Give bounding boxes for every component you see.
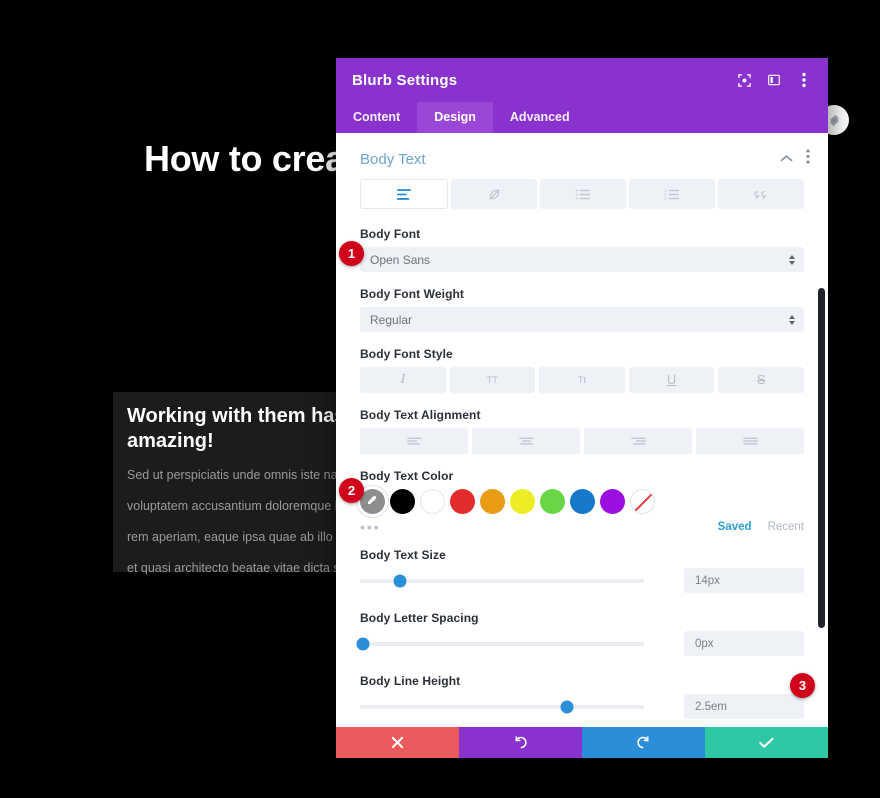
- color-picker-meta: ••• Saved Recent: [336, 514, 828, 536]
- underline-glyph: U: [667, 373, 677, 387]
- body-font-label: Body Font: [360, 227, 421, 241]
- body-line-height-value[interactable]: 2.5em: [684, 694, 804, 719]
- body-text-alignment-field: Body Text Alignment: [336, 408, 828, 454]
- body-line-height-slider[interactable]: [360, 697, 644, 717]
- modal-footer: [336, 727, 828, 758]
- chevron-updown-icon: [789, 254, 795, 265]
- unordered-list-icon[interactable]: [540, 179, 626, 209]
- blue-swatch[interactable]: [570, 489, 595, 514]
- red-swatch[interactable]: [450, 489, 475, 514]
- italic-glyph: I: [400, 372, 406, 387]
- section-kebab-menu-icon[interactable]: [806, 149, 810, 169]
- body-text-color-label: Body Text Color: [360, 469, 454, 483]
- body-font-style-label: Body Font Style: [360, 347, 453, 361]
- body-font-weight-value: Regular: [370, 312, 413, 327]
- tab-design[interactable]: Design: [417, 102, 493, 133]
- modal-header-actions: [736, 72, 812, 88]
- uppercase-button[interactable]: TT: [449, 367, 536, 393]
- layout-panel-icon[interactable]: [766, 72, 782, 88]
- align-justify-icon[interactable]: [696, 428, 804, 454]
- save-button[interactable]: [705, 727, 828, 758]
- capitalize-glyph: Tt: [577, 375, 586, 385]
- recent-colors-tab[interactable]: Recent: [768, 521, 804, 533]
- capitalize-button[interactable]: Tt: [539, 367, 625, 393]
- underline-button[interactable]: U: [628, 367, 715, 393]
- body-text-size-value[interactable]: 14px: [684, 568, 804, 593]
- white-swatch[interactable]: [420, 489, 445, 514]
- more-colors-button[interactable]: •••: [360, 519, 520, 535]
- body-letter-spacing-control: 0px: [336, 631, 828, 656]
- uppercase-glyph: TT: [486, 375, 498, 385]
- modal-header: Blurb Settings: [336, 58, 828, 102]
- body-letter-spacing-slider[interactable]: [356, 634, 644, 654]
- font-style-button-group: I TT Tt U S: [360, 367, 804, 393]
- body-font-weight-field: Body Font Weight Regular: [336, 287, 828, 332]
- modal-tabs: Content Design Advanced: [336, 102, 828, 133]
- target-focus-icon[interactable]: [736, 72, 752, 88]
- green-swatch[interactable]: [540, 489, 565, 514]
- body-text-alignment-label: Body Text Alignment: [360, 408, 481, 422]
- align-left-icon[interactable]: [360, 428, 468, 454]
- orange-swatch[interactable]: [480, 489, 505, 514]
- section-title: Body Text: [360, 150, 426, 168]
- body-text-icon-tabs: 1 2 3: [336, 179, 828, 209]
- undo-button[interactable]: [459, 727, 582, 758]
- screen: How to create Blurb modules they l Worki…: [0, 0, 880, 798]
- paragraph-text-icon[interactable]: [360, 179, 448, 209]
- align-right-icon[interactable]: [584, 428, 692, 454]
- purple-swatch[interactable]: [600, 489, 625, 514]
- body-font-weight-select[interactable]: Regular: [360, 307, 804, 332]
- body-text-section-header: Body Text: [336, 133, 828, 179]
- body-line-height-field: Body Line Height: [336, 674, 828, 688]
- svg-text:3: 3: [664, 196, 667, 201]
- body-font-value: Open Sans: [370, 252, 431, 267]
- align-center-icon[interactable]: [472, 428, 580, 454]
- italic-button[interactable]: I: [360, 367, 446, 393]
- blockquote-icon[interactable]: [718, 179, 804, 209]
- chevron-updown-icon: [789, 314, 795, 325]
- strikethrough-glyph: S: [757, 373, 766, 387]
- body-text-size-control: 14px: [336, 568, 828, 593]
- body-text-size-label: Body Text Size: [360, 548, 446, 562]
- body-text-size-slider[interactable]: [360, 571, 644, 591]
- none-swatch[interactable]: [630, 489, 655, 514]
- body-text-color-field: Body Text Color: [336, 469, 828, 483]
- callout-badge-1: 1: [339, 241, 364, 266]
- black-swatch[interactable]: [390, 489, 415, 514]
- saved-colors-tab[interactable]: Saved: [718, 521, 752, 533]
- tab-advanced[interactable]: Advanced: [493, 102, 587, 133]
- body-font-field: Body Font Open Sans: [336, 227, 828, 272]
- body-letter-spacing-field: Body Letter Spacing: [336, 611, 828, 625]
- strikethrough-button[interactable]: S: [718, 367, 804, 393]
- body-line-height-control: 2.5em: [336, 694, 828, 719]
- modal-body: Body Text 1 2 3 Body Font Open Sans Body…: [336, 133, 828, 727]
- body-font-style-field: Body Font Style I TT Tt U S: [336, 347, 828, 393]
- modal-scrollbar[interactable]: [818, 288, 825, 628]
- settings-scroll-area: Body Text 1 2 3 Body Font Open Sans Body…: [336, 133, 828, 727]
- modal-title: Blurb Settings: [352, 71, 458, 89]
- color-swatch-row: [336, 489, 828, 514]
- kebab-menu-icon[interactable]: [796, 72, 812, 88]
- callout-badge-2: 2: [339, 478, 364, 503]
- body-font-weight-label: Body Font Weight: [360, 287, 465, 301]
- body-letter-spacing-label: Body Letter Spacing: [360, 611, 479, 625]
- link-slash-icon[interactable]: [451, 179, 537, 209]
- body-font-select[interactable]: Open Sans: [360, 247, 804, 272]
- callout-badge-3: 3: [790, 673, 815, 698]
- yellow-swatch[interactable]: [510, 489, 535, 514]
- body-letter-spacing-value[interactable]: 0px: [684, 631, 804, 656]
- blurb-settings-modal: Blurb Settings Content Design Advanced B…: [336, 58, 828, 758]
- redo-button[interactable]: [582, 727, 705, 758]
- body-line-height-label: Body Line Height: [360, 674, 461, 688]
- tab-content[interactable]: Content: [336, 102, 417, 133]
- ordered-list-icon[interactable]: 1 2 3: [629, 179, 715, 209]
- cancel-button[interactable]: [336, 727, 459, 758]
- body-text-size-field: Body Text Size: [336, 548, 828, 562]
- alignment-button-group: [360, 428, 804, 454]
- chevron-up-icon[interactable]: [780, 150, 793, 168]
